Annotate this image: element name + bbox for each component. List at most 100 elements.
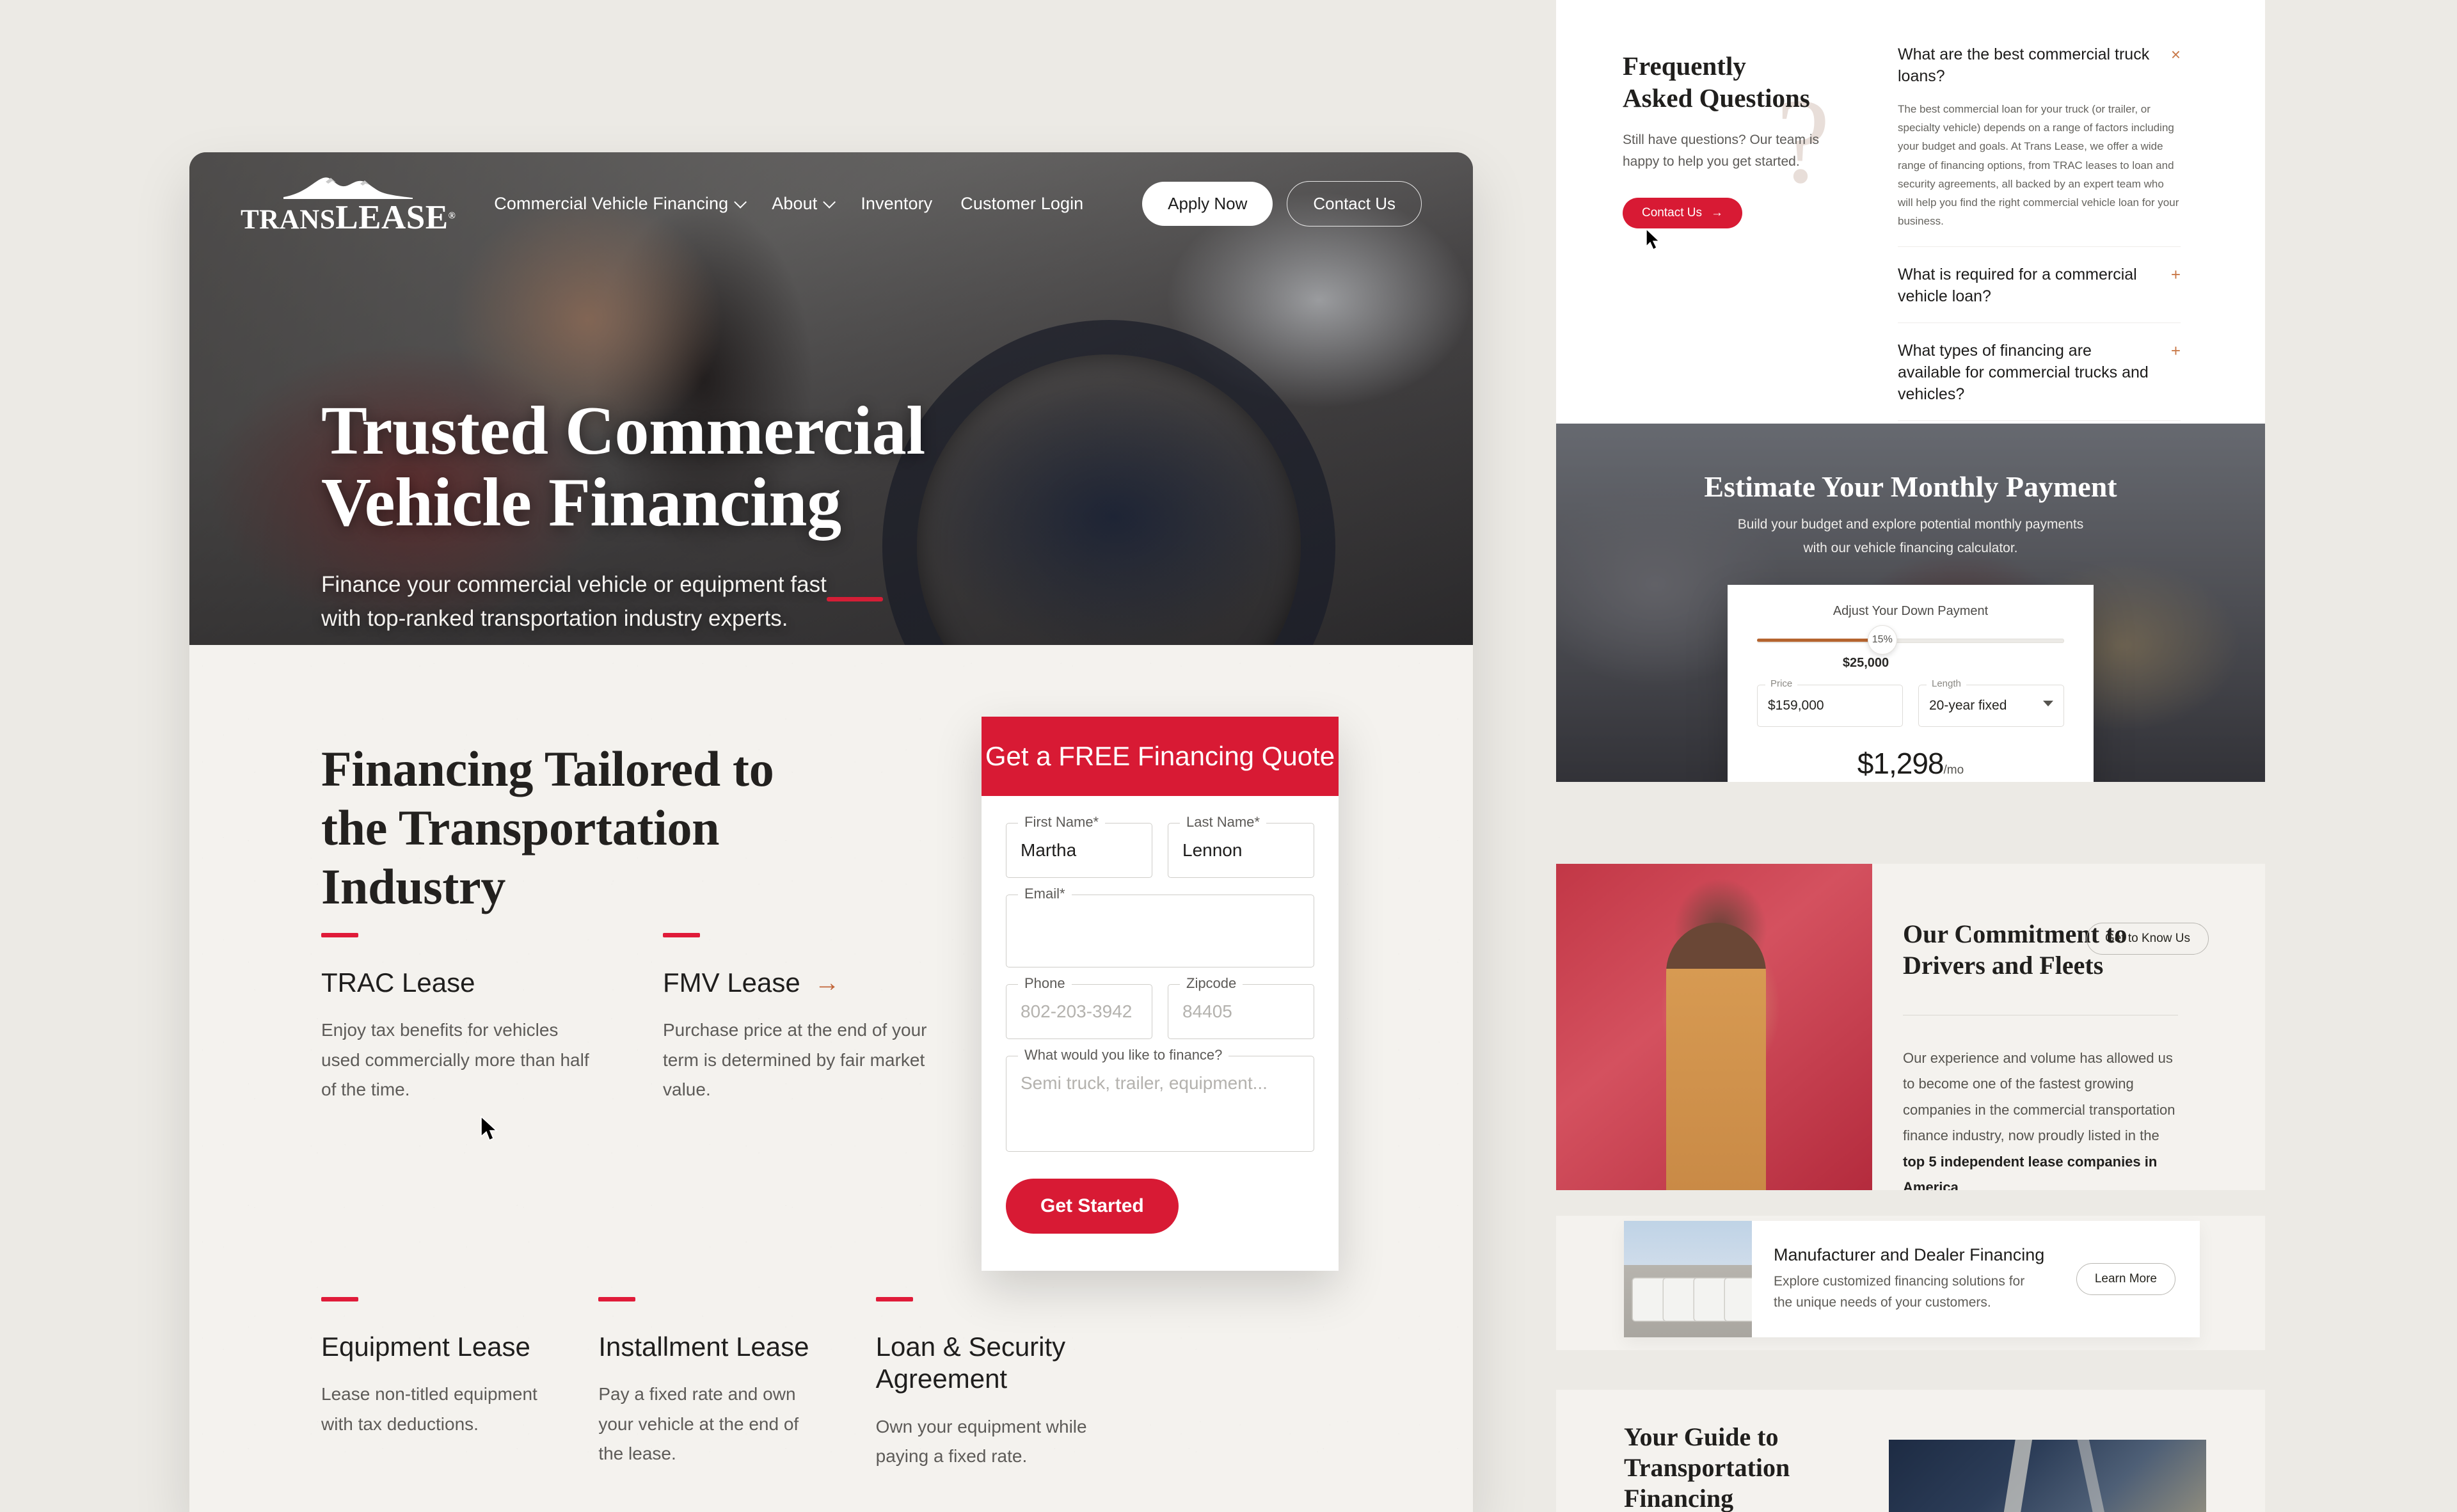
calc-sub-line2: with our vehicle financing calculator. <box>1803 540 2018 555</box>
price-value: $159,000 <box>1768 698 1824 713</box>
hero-heading-line2: Vehicle Financing <box>321 465 841 541</box>
lease-card-title-text: Installment Lease <box>598 1331 809 1362</box>
nav-item-customer-login[interactable]: Customer Login <box>960 194 1083 214</box>
hero-section: TRANSLEASE® Commercial Vehicle Financing… <box>189 152 1473 645</box>
lease-card-body: Enjoy tax benefits for vehicles used com… <box>321 1020 589 1100</box>
nav-links: Commercial Vehicle Financing About Inven… <box>494 194 1083 214</box>
manufacturer-text: Manufacturer and Dealer Financing Explor… <box>1752 1245 2076 1313</box>
faq-subtitle: Still have questions? Our team is happy … <box>1623 132 1819 169</box>
form-row-names: First Name* Martha Last Name* Lennon <box>1006 814 1314 895</box>
nav-item-inventory[interactable]: Inventory <box>861 194 932 214</box>
faq-question-text: What are the best commercial truck loans… <box>1898 45 2150 85</box>
faq-question-text: What is required for a commercial vehicl… <box>1898 265 2137 305</box>
length-select[interactable]: Length 20-year fixed <box>1918 678 2064 727</box>
lease-card-installment[interactable]: Installment Lease Pay a fixed rate and o… <box>598 1296 875 1472</box>
learn-more-button[interactable]: Learn More <box>2076 1263 2175 1295</box>
chevron-down-icon <box>734 195 747 209</box>
commitment-panel: Our Commitment to Drivers and Fleets Get… <box>1556 864 2265 1190</box>
site-navbar: TRANSLEASE® Commercial Vehicle Financing… <box>189 152 1473 255</box>
first-name-value: Martha <box>1021 840 1077 860</box>
lease-card-fmv[interactable]: FMV Lease → Purchase price at the end of… <box>663 933 1005 1105</box>
lease-card-loan-security[interactable]: Loan & Security Agreement Own your equip… <box>875 1296 1153 1472</box>
last-name-field[interactable]: Last Name* Lennon <box>1168 814 1314 878</box>
lease-card-body: Purchase price at the end of your term i… <box>663 1020 927 1100</box>
length-label: Length <box>1927 678 1966 689</box>
guide-heading-line1: Your Guide to <box>1624 1422 1779 1451</box>
logo-lease: LEASE <box>335 198 449 236</box>
finance-placeholder: Semi truck, trailer, equipment... <box>1021 1073 1268 1093</box>
zipcode-field[interactable]: Zipcode 84405 <box>1168 975 1314 1039</box>
phone-label: Phone <box>1018 975 1072 992</box>
faq-item-1[interactable]: What is required for a commercial vehicl… <box>1898 264 2181 323</box>
form-row-phone-zip: Phone 802-203-3942 Zipcode 84405 <box>1006 975 1314 1056</box>
lease-card-equipment[interactable]: Equipment Lease Lease non-titled equipme… <box>321 1296 598 1472</box>
lease-card-title: Installment Lease <box>598 1331 824 1363</box>
nav-label: About <box>772 193 818 213</box>
calculator-heading: Estimate Your Monthly Payment <box>1704 470 2117 503</box>
nav-item-about[interactable]: About <box>772 193 836 214</box>
calculator-fields: Price $159,000 Length 20-year fixed <box>1757 678 2064 727</box>
translease-logo[interactable]: TRANSLEASE® <box>241 173 456 235</box>
mountain-icon <box>283 177 413 199</box>
chevron-down-icon <box>823 195 836 209</box>
commitment-body-plain: Our experience and volume has allowed us… <box>1903 1050 2175 1144</box>
financing-section-title: Financing Tailored to the Transportation… <box>321 741 774 915</box>
page-stage: TRANSLEASE® Commercial Vehicle Financing… <box>0 0 2457 1512</box>
down-payment-title: Adjust Your Down Payment <box>1833 604 1989 618</box>
arrow-right-icon: → <box>814 969 840 998</box>
calc-sub-line1: Build your budget and explore potential … <box>1737 517 2084 532</box>
faq-contact-us-button[interactable]: Contact Us → <box>1623 198 1742 229</box>
nav-label: Inventory <box>861 193 933 213</box>
price-field[interactable]: Price $159,000 <box>1757 678 1903 727</box>
faq-question[interactable]: What is required for a commercial vehicl… <box>1898 264 2181 307</box>
nav-label: Customer Login <box>960 193 1084 213</box>
finance-label: What would you like to finance? <box>1018 1047 1229 1063</box>
guide-panel: Your Guide to Transportation Financing <box>1556 1390 2265 1512</box>
apply-now-button[interactable]: Apply Now <box>1142 181 1273 226</box>
truck-row-photo <box>1624 1221 1752 1337</box>
email-field[interactable]: Email* <box>1006 886 1314 967</box>
zipcode-placeholder: 84405 <box>1182 1001 1232 1021</box>
faq-item-2[interactable]: What types of financing are available fo… <box>1898 340 2181 421</box>
faq-title: Frequently Asked Questions <box>1623 50 1840 114</box>
commitment-body-bold: top 5 independent lease companies in Ame… <box>1903 1153 2158 1190</box>
truck-shape <box>1725 1278 1752 1321</box>
email-label: Email* <box>1018 886 1072 902</box>
form-fields: First Name* Martha Last Name* Lennon Ema… <box>982 796 1339 1271</box>
slider-handle[interactable]: 15% <box>1867 625 1897 655</box>
faq-contact-label: Contact Us <box>1642 206 1702 220</box>
finance-textarea-field[interactable]: What would you like to finance? Semi tru… <box>1006 1047 1314 1152</box>
payment-calculator-card: Adjust Your Down Payment 15% $25,000 Pri… <box>1728 585 2094 782</box>
close-icon[interactable]: × <box>2171 44 2181 63</box>
get-started-button[interactable]: Get Started <box>1006 1179 1179 1234</box>
faq-item-0[interactable]: What are the best commercial truck loans… <box>1898 44 2181 247</box>
lease-card-trac[interactable]: TRAC Lease Enjoy tax benefits for vehicl… <box>321 933 663 1105</box>
get-to-know-us-button[interactable]: Get to Know Us <box>2086 923 2209 955</box>
phone-placeholder: 802-203-3942 <box>1021 1001 1133 1021</box>
lease-card-title: Equipment Lease <box>321 1331 547 1363</box>
hero-heading: Trusted Commercial Vehicle Financing <box>321 395 925 539</box>
faq-question[interactable]: What types of financing are available fo… <box>1898 340 2181 405</box>
form-title: Get a FREE Financing Quote <box>982 717 1339 796</box>
contact-us-button[interactable]: Contact Us <box>1287 180 1422 227</box>
faq-question[interactable]: What are the best commercial truck loans… <box>1898 44 2181 87</box>
road-shape <box>2002 1440 2033 1512</box>
manufacturer-card[interactable]: Manufacturer and Dealer Financing Explor… <box>1624 1221 2200 1337</box>
phone-field[interactable]: Phone 802-203-3942 <box>1006 975 1152 1039</box>
plus-icon[interactable]: + <box>2171 264 2181 283</box>
lease-card-title-text: FMV Lease <box>663 967 800 998</box>
down-payment-slider[interactable]: 15% <box>1757 625 2064 655</box>
red-tick-icon <box>663 933 700 937</box>
red-tick-icon <box>598 1296 636 1301</box>
first-name-field[interactable]: First Name* Martha <box>1006 814 1152 878</box>
red-tick-icon <box>875 1296 913 1301</box>
driver-photo <box>1556 864 1872 1190</box>
hero-subheading: Finance your commercial vehicle or equip… <box>321 568 883 635</box>
plus-icon[interactable]: + <box>2171 340 2181 359</box>
nav-item-commercial-vehicle-financing[interactable]: Commercial Vehicle Financing <box>494 194 747 214</box>
first-name-label: First Name* <box>1018 814 1106 831</box>
monthly-payment: $1,298/mo <box>1757 746 2064 781</box>
driver-figure <box>1666 923 1766 1190</box>
down-payment-amount: $25,000 <box>1842 656 1889 670</box>
hero-sub-line2: with top-ranked transportation industry … <box>321 605 788 631</box>
